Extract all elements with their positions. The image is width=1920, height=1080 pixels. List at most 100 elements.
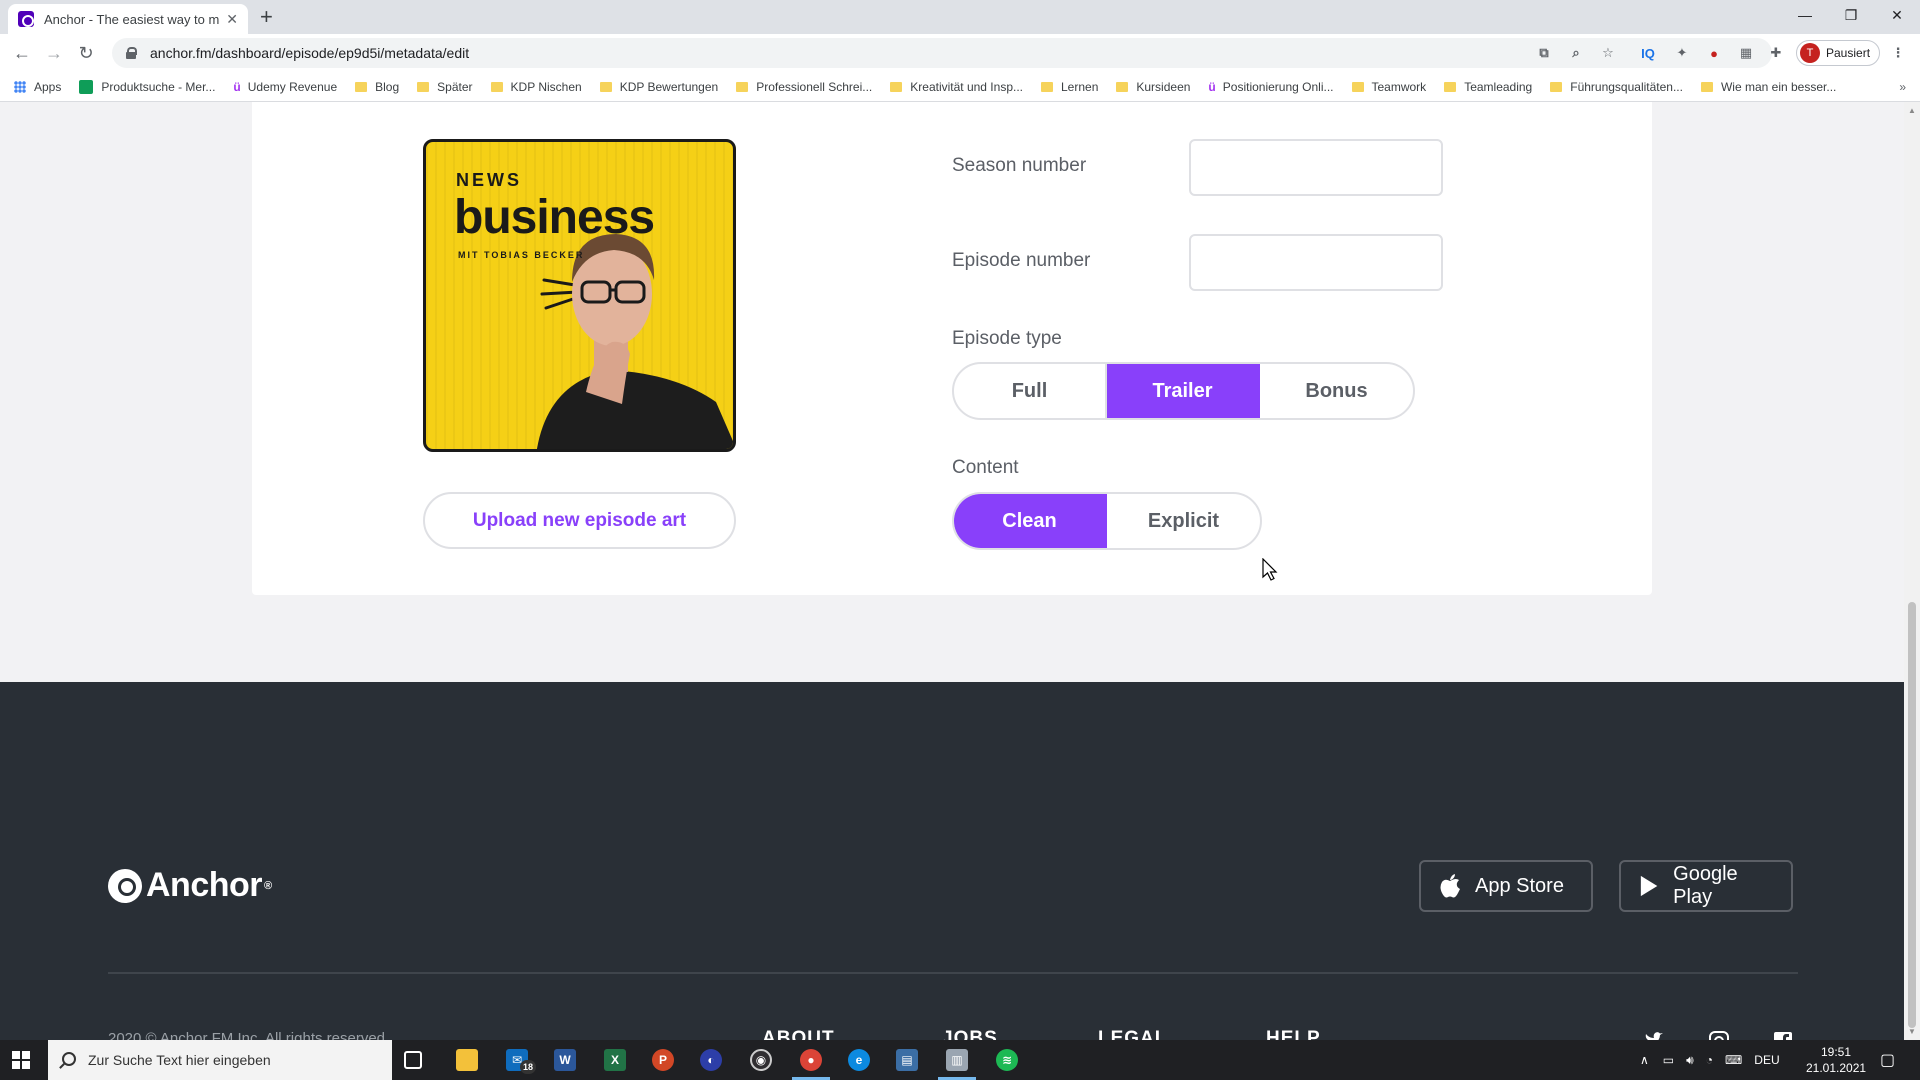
iq-extension-icon[interactable]: IQ [1638,43,1658,63]
bookmark-label: Kursideen [1136,79,1191,94]
edge-icon[interactable]: e [848,1049,870,1071]
app-icon-blue[interactable]: ◐ [700,1049,722,1071]
twitter-icon[interactable] [1643,1030,1665,1040]
spotify-icon[interactable]: ≋ [996,1049,1018,1071]
bookmark-item[interactable]: ü Positionierung Onli... [1208,80,1333,94]
profile-button[interactable]: T Pausiert [1796,40,1880,66]
copyright-text: 2020 © Anchor FM Inc. All rights reserve… [108,1030,386,1040]
obs-icon[interactable]: ◉ [750,1049,772,1071]
bookmark-label: Wie man ein besser... [1720,79,1837,94]
browser-tab[interactable]: Anchor - The easiest way to mak ✕ [8,4,248,34]
forward-icon[interactable]: → [42,41,66,65]
tab-title: Anchor - The easiest way to mak [44,11,221,27]
scrollbar-thumb[interactable] [1908,602,1916,1028]
instagram-icon[interactable] [1708,1030,1730,1040]
windows-start-icon[interactable] [12,1051,30,1069]
task-view-icon[interactable] [404,1051,422,1069]
grid-extension-icon[interactable]: ▦ [1736,43,1756,63]
bookmarks-overflow-icon[interactable]: » [1899,80,1906,94]
bookmark-item[interactable]: Professionell Schrei... [736,80,872,94]
excel-icon[interactable]: X [604,1049,626,1071]
volume-icon[interactable]: 🔊︎ [1686,1053,1694,1068]
keyboard-icon[interactable]: ⌨ [1725,1053,1742,1067]
bookmark-item[interactable]: Später [417,80,473,94]
bookmark-item[interactable]: Apps [14,80,61,94]
folder-icon [417,81,430,92]
art-business-text: business [454,191,655,244]
footer-legal-link[interactable]: LEGAL [1098,1028,1167,1040]
file-explorer-icon[interactable] [456,1049,478,1071]
window-close-icon[interactable]: ✕ [1874,0,1920,30]
footer-jobs-link[interactable]: JOBS [942,1028,998,1040]
bookmark-star-icon[interactable]: ☆ [1598,43,1618,63]
minimize-icon[interactable]: — [1782,0,1828,30]
bookmark-item[interactable]: Kreativität und Insp... [890,80,1023,94]
episode-metadata-card: NEWS business MIT TOBIAS BECKER Upload n… [252,102,1652,595]
bookmark-item[interactable]: ü Udemy Revenue [233,80,337,94]
episode-type-full[interactable]: Full [954,364,1107,418]
bookmark-item[interactable]: Teamleading [1444,80,1532,94]
season-number-input[interactable] [1189,139,1443,196]
tray-meeting-icon[interactable]: ▭ [1663,1053,1674,1067]
app-icon-tool[interactable]: ▤ [896,1049,918,1071]
app-store-button[interactable]: App Store [1419,860,1593,912]
bookmark-label: Professionell Schrei... [756,79,873,94]
notification-center-icon[interactable]: ▢ [1880,1040,1895,1080]
episode-type-trailer[interactable]: Trailer [1107,364,1260,418]
upload-episode-art-button[interactable]: Upload new episode art [423,492,736,549]
bookmark-item[interactable]: Teamwork [1351,80,1426,94]
address-bar[interactable]: anchor.fm/dashboard/episode/ep9d5i/metad… [112,38,1772,68]
content-explicit[interactable]: Explicit [1107,494,1260,548]
bookmark-item[interactable]: Wie man ein besser... [1700,79,1837,94]
content-clean[interactable]: Clean [954,494,1107,548]
system-tray: ∧ ▭ 🔊︎ ◔ ⌨ DEU [1640,1040,1780,1080]
bookmark-item[interactable]: KDP Bewertungen [599,80,718,94]
taskbar-clock[interactable]: 19:51 21.01.2021 [1806,1044,1866,1076]
word-icon[interactable]: W [554,1049,576,1071]
restore-icon[interactable]: ❐ [1828,0,1874,30]
google-play-button[interactable]: Google Play [1619,860,1793,912]
puzzle-extensions-icon[interactable]: ✚ [1766,43,1786,63]
bookmark-item[interactable]: KDP Nischen [490,80,582,94]
bookmark-item[interactable]: Blog [355,80,399,94]
translate-icon[interactable]: ⧉ [1534,43,1554,63]
facebook-icon[interactable] [1772,1030,1794,1040]
bookmark-item[interactable]: Produktsuche - Mer... [79,79,216,94]
footer-help-link[interactable]: HELP [1266,1028,1321,1040]
google-play-icon [1640,875,1658,897]
bookmark-label: Lernen [1061,79,1099,94]
bookmark-item[interactable]: Lernen [1041,80,1098,94]
tray-chevron-icon[interactable]: ∧ [1640,1053,1649,1067]
bookmark-item[interactable]: Führungsqualitäten... [1550,80,1683,94]
scroll-up-icon[interactable]: ▲ [1908,106,1916,115]
kebab-menu-icon[interactable]: ⋮ [1888,43,1908,63]
tab-close-icon[interactable]: ✕ [226,11,238,28]
record-extension-icon[interactable]: ● [1704,43,1724,63]
episode-type-selector: Full Trailer Bonus [952,362,1415,420]
art-news-text: NEWS [456,170,522,190]
page-scrollbar[interactable]: ▲ ▼ [1904,102,1920,1040]
anchor-logo[interactable]: Anchor ® [108,866,272,905]
back-icon[interactable]: ← [10,41,34,65]
bookmark-label: Produktsuche - Mer... [101,79,216,94]
bookmark-item[interactable]: Kursideen [1116,80,1190,94]
zoom-icon[interactable]: ⌕ [1566,43,1586,63]
app-icon-notepad[interactable]: ▥ [946,1049,968,1071]
footer-about-link[interactable]: ABOUT [762,1028,835,1040]
taskbar-search-input[interactable]: Zur Suche Text hier eingeben [48,1040,392,1080]
avatar: T [1800,43,1820,63]
episode-type-bonus[interactable]: Bonus [1260,364,1413,418]
language-indicator[interactable]: DEU [1754,1053,1779,1067]
chrome-icon[interactable]: ● [800,1049,822,1071]
folder-icon [1041,81,1053,92]
extension-badge-icon[interactable]: ✦ [1672,43,1692,63]
powerpoint-icon[interactable]: P [652,1049,674,1071]
scroll-down-icon[interactable]: ▼ [1908,1027,1916,1036]
new-tab-icon[interactable]: + [260,4,273,30]
episode-number-input[interactable] [1189,234,1443,291]
network-icon[interactable]: ◔ [1706,1053,1713,1067]
reload-icon[interactable]: ↻ [74,41,98,65]
folder-icon [1700,81,1713,92]
anchor-logo-icon [108,868,142,903]
profile-status: Pausiert [1826,46,1871,60]
